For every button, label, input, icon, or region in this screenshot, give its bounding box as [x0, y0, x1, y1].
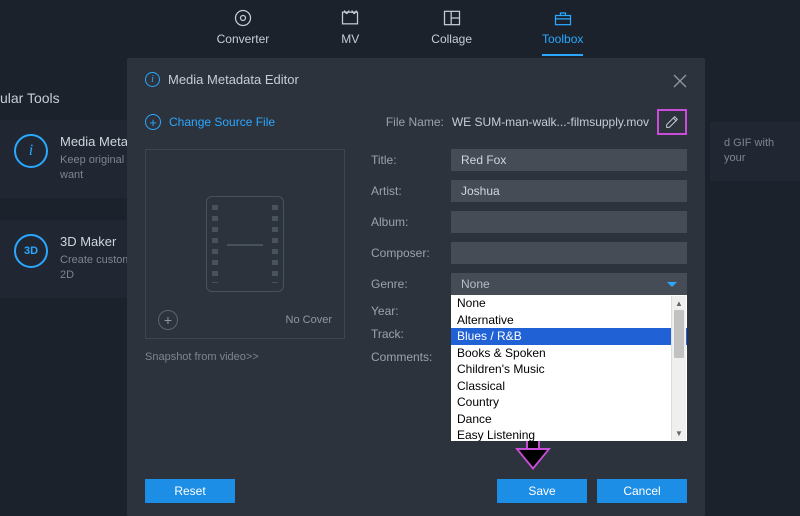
scroll-thumb[interactable] — [674, 310, 684, 358]
cancel-button[interactable]: Cancel — [597, 479, 687, 503]
tab-label: Toolbox — [542, 32, 583, 46]
top-tabs: Converter MV Collage Toolbox — [0, 0, 800, 56]
info-icon: i — [145, 72, 160, 87]
tab-label: Collage — [431, 32, 472, 46]
pencil-icon — [664, 114, 680, 130]
cover-preview: + No Cover — [145, 149, 345, 339]
genre-selected: None — [461, 277, 490, 291]
scrollbar[interactable]: ▲ ▼ — [671, 296, 686, 440]
form-column: Title: Artist: Album: Composer: Genre: N… — [371, 149, 687, 364]
edit-filename-button[interactable] — [657, 109, 687, 135]
modal-title: Media Metadata Editor — [168, 72, 299, 87]
track-label: Track: — [371, 327, 441, 341]
chevron-down-icon — [667, 282, 677, 287]
title-label: Title: — [371, 153, 441, 167]
filename-row: File Name: WE SUM-man-walk...-filmsupply… — [386, 109, 687, 135]
add-cover-button[interactable]: + — [158, 310, 178, 330]
genre-option[interactable]: Classical — [451, 378, 687, 395]
reset-button[interactable]: Reset — [145, 479, 235, 503]
genre-option[interactable]: None — [451, 295, 687, 312]
change-source-button[interactable]: + Change Source File — [145, 114, 275, 130]
tab-collage[interactable]: Collage — [431, 8, 472, 56]
album-label: Album: — [371, 215, 441, 229]
card-desc: Create customi 2D — [60, 253, 134, 284]
plus-icon: + — [145, 114, 161, 130]
genre-option[interactable]: Blues / R&B — [451, 328, 687, 345]
tab-mv[interactable]: MV — [339, 8, 361, 56]
genre-option[interactable]: Easy Listening — [451, 427, 687, 441]
composer-input[interactable] — [451, 242, 687, 264]
genre-option[interactable]: Alternative — [451, 312, 687, 329]
genre-option[interactable]: Children's Music — [451, 361, 687, 378]
artist-label: Artist: — [371, 184, 441, 198]
tab-label: Converter — [217, 32, 270, 46]
genre-option[interactable]: Dance — [451, 411, 687, 428]
card-title: 3D Maker — [60, 234, 134, 249]
scroll-up-icon[interactable]: ▲ — [672, 296, 686, 310]
filename-label: File Name: — [386, 115, 444, 129]
tab-label: MV — [341, 32, 359, 46]
modal-subheader: + Change Source File File Name: WE SUM-m… — [127, 101, 705, 149]
tab-toolbox[interactable]: Toolbox — [542, 8, 583, 56]
snapshot-link[interactable]: Snapshot from video>> — [145, 351, 259, 363]
change-source-label: Change Source File — [169, 115, 275, 129]
genre-select[interactable]: None NoneAlternativeBlues / R&BBooks & S… — [451, 273, 687, 295]
year-label: Year: — [371, 304, 441, 318]
modal-footer: Reset Save Cancel — [145, 479, 687, 503]
title-input[interactable] — [451, 149, 687, 171]
metadata-editor-modal: i Media Metadata Editor + Change Source … — [127, 58, 705, 516]
comments-label: Comments: — [371, 350, 441, 364]
close-button[interactable] — [671, 72, 689, 90]
toolbox-icon — [552, 8, 574, 28]
filename-value: WE SUM-man-walk...-filmsupply.mov — [452, 115, 649, 129]
3d-icon: 3D — [14, 234, 48, 268]
genre-dropdown: NoneAlternativeBlues / R&BBooks & Spoken… — [451, 295, 687, 441]
close-icon — [671, 72, 689, 90]
tab-converter[interactable]: Converter — [217, 8, 270, 56]
collage-icon — [441, 8, 463, 28]
genre-label: Genre: — [371, 277, 441, 291]
cover-column: + No Cover Snapshot from video>> — [145, 149, 345, 364]
info-icon: i — [14, 134, 48, 168]
modal-body: + No Cover Snapshot from video>> Title: … — [127, 149, 705, 364]
composer-label: Composer: — [371, 246, 441, 260]
genre-option[interactable]: Books & Spoken — [451, 345, 687, 362]
album-input[interactable] — [451, 211, 687, 233]
modal-header: i Media Metadata Editor — [127, 58, 705, 101]
save-button[interactable]: Save — [497, 479, 587, 503]
mv-icon — [339, 8, 361, 28]
card-right-desc: d GIF with your — [724, 136, 786, 167]
scroll-down-icon[interactable]: ▼ — [672, 426, 686, 440]
converter-icon — [232, 8, 254, 28]
film-icon — [206, 196, 284, 292]
artist-input[interactable] — [451, 180, 687, 202]
no-cover-label: No Cover — [286, 314, 332, 326]
genre-option[interactable]: Country — [451, 394, 687, 411]
genre-select-head[interactable]: None — [451, 273, 687, 295]
